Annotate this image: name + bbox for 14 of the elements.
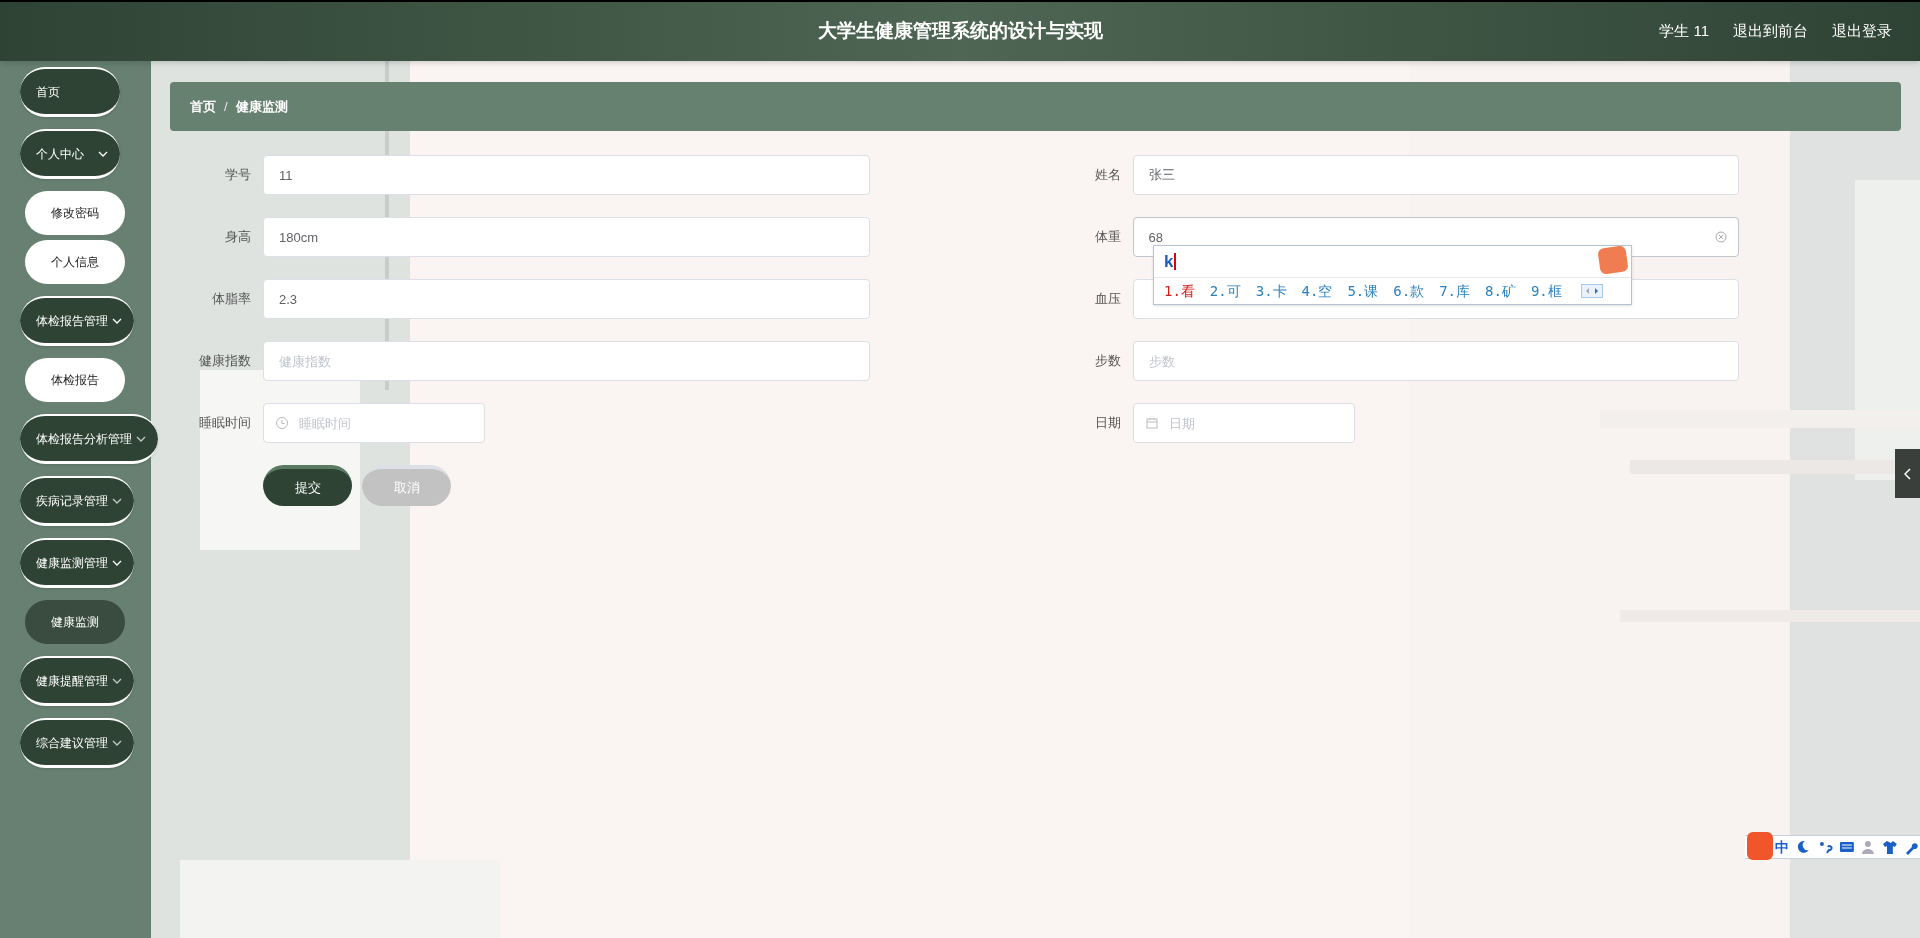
field-label: 步数 bbox=[1093, 352, 1122, 371]
field-label: 体重 bbox=[1093, 228, 1122, 247]
field-label: 血压 bbox=[1093, 290, 1122, 309]
field-label: 姓名 bbox=[1093, 166, 1122, 185]
breadcrumb-separator: / bbox=[224, 97, 228, 116]
field-label: 日期 bbox=[1093, 414, 1122, 433]
field-label: 健康指数 bbox=[198, 352, 252, 371]
field-label: 身高 bbox=[224, 228, 252, 247]
breadcrumb-current: 健康监测 bbox=[235, 97, 288, 116]
field-label: 体脂率 bbox=[211, 290, 252, 309]
field-label: 学号 bbox=[224, 166, 252, 185]
field-label: 睡眠时间 bbox=[198, 414, 252, 433]
system-title: 大学生健康管理系统的设计与实现 bbox=[817, 19, 1103, 44]
ime-composition: k bbox=[1164, 253, 1177, 270]
